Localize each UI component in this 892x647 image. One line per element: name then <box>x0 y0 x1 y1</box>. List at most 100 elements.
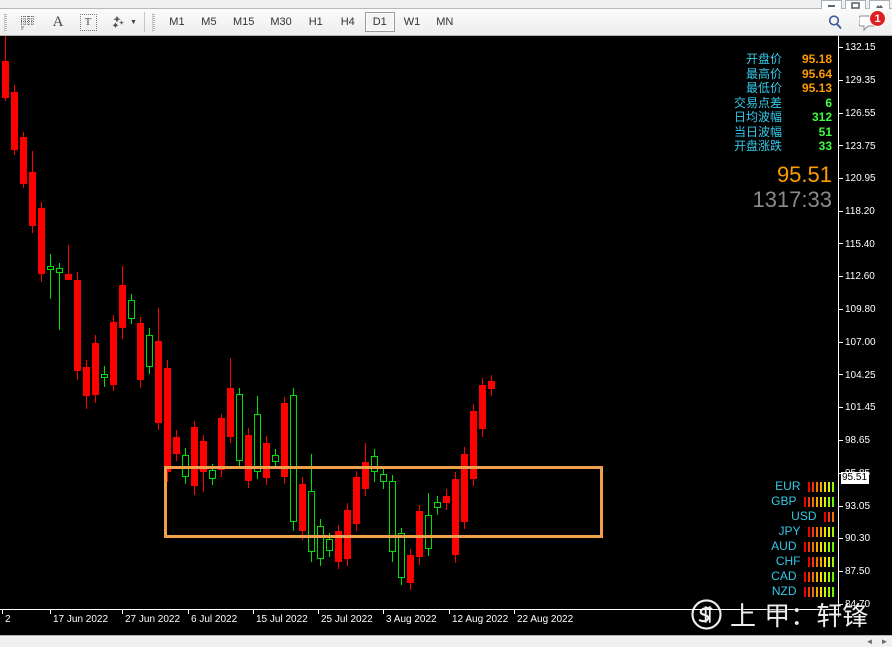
strength-bar <box>831 496 834 507</box>
info-row-label: 开盘价 <box>745 52 782 66</box>
time-tick-mark <box>449 610 450 614</box>
strength-bar <box>815 496 818 507</box>
timeframe-m1[interactable]: M1 <box>162 12 192 32</box>
timeframe-w1[interactable]: W1 <box>397 12 428 32</box>
toolbar-separator <box>143 12 145 32</box>
time-tick: 27 Jun 2022 <box>125 614 181 625</box>
strength-bar <box>819 526 822 537</box>
strength-bar <box>823 481 826 492</box>
scroll-left-arrow[interactable]: ◄ <box>862 636 877 647</box>
candle-body <box>398 533 405 578</box>
timeframe-d1[interactable]: D1 <box>364 12 395 32</box>
candle-body <box>362 461 369 489</box>
crosshair-grid-icon[interactable]: F <box>13 9 43 35</box>
strength-bar <box>807 586 810 597</box>
currency-code: JPY <box>778 524 801 538</box>
strength-bar <box>819 556 822 567</box>
strength-bar <box>827 586 830 597</box>
timeframe-m30[interactable]: M30 <box>263 12 298 32</box>
currency-strength-row: AUD <box>732 539 834 554</box>
toolbar-grip[interactable] <box>4 12 7 32</box>
strength-bar <box>831 526 834 537</box>
timeframe-h1[interactable]: H1 <box>301 12 331 32</box>
candle-body <box>461 453 468 522</box>
strength-bar <box>823 496 826 507</box>
strength-bar <box>831 541 834 552</box>
strength-bar <box>827 526 830 537</box>
label-tool-icon[interactable]: T <box>79 13 97 31</box>
strength-bar <box>807 496 810 507</box>
notification-badge[interactable]: 1 <box>869 10 886 27</box>
candle-body <box>488 380 495 389</box>
timeframe-h4[interactable]: H4 <box>333 12 363 32</box>
price-axis[interactable]: 132.15 129.35 126.55 123.75 120.95 118.20 115.… <box>838 36 892 617</box>
info-row-value: 6 <box>825 95 832 110</box>
strength-bar <box>827 496 830 507</box>
info-row-value: 95.13 <box>801 81 832 95</box>
market-info-panel: 开盘价 95.18 最高价 95.64 最低价 95.13 交易点差 6 日均波幅 312 当日波幅… <box>704 52 832 212</box>
candle-body <box>281 403 288 478</box>
timeframe-mn[interactable]: MN <box>429 12 460 32</box>
time-tick: 15 Jul 2022 <box>256 614 308 625</box>
currency-strength-meter: EUR GBP USD JPY AUD CHF CAD NZD <box>732 479 834 599</box>
time-tick-mark <box>253 610 254 614</box>
info-row-label: 当日波幅 <box>733 124 782 139</box>
timeframe-m15[interactable]: M15 <box>226 12 261 32</box>
strength-bar <box>823 526 826 537</box>
candle-body <box>245 434 252 481</box>
strength-bar <box>823 511 826 522</box>
price-tick: 120.95 <box>839 174 876 184</box>
bar-countdown: 1317:33 <box>752 186 832 212</box>
candle-body <box>101 373 108 379</box>
candle-body <box>2 61 9 98</box>
strength-bar <box>815 571 818 582</box>
text-tool-icon[interactable]: A <box>43 9 73 35</box>
strength-bar <box>827 481 830 492</box>
info-row: 日均波幅 312 <box>704 110 832 125</box>
candle-body <box>38 208 45 274</box>
candle-wick <box>59 263 60 331</box>
price-tick: 87.50 <box>839 567 870 577</box>
strength-bar <box>823 556 826 567</box>
time-tick-mark <box>383 610 384 614</box>
strength-bar <box>819 496 822 507</box>
price-tick: 123.75 <box>839 141 876 152</box>
strength-bar <box>815 481 818 492</box>
shapes-tool-icon[interactable] <box>103 9 133 35</box>
scroll-right-arrow[interactable]: ► <box>877 636 892 647</box>
strength-bar <box>815 556 818 567</box>
info-row-value: 312 <box>811 110 832 124</box>
candle-wick <box>68 244 69 278</box>
currency-code: CHF <box>775 554 801 568</box>
strength-bar <box>831 586 834 597</box>
strength-bar <box>827 541 830 552</box>
strength-bar <box>819 571 822 582</box>
timeframe-m5[interactable]: M5 <box>194 12 224 32</box>
price-tick: 129.35 <box>839 75 876 86</box>
strength-bar <box>831 511 834 522</box>
price-tick: 132.15 <box>839 43 876 53</box>
price-tick: 118.20 <box>839 206 875 217</box>
candle-body <box>236 393 243 461</box>
strength-bar <box>815 526 818 537</box>
price-tick: 112.60 <box>839 272 875 282</box>
price-tick: 104.25 <box>839 370 876 381</box>
candle-body <box>182 454 189 478</box>
label-tool-wrap: T <box>73 13 103 31</box>
time-tick-mark <box>188 610 189 614</box>
watermark-text: 上 甲：轩锋 <box>730 602 869 632</box>
horizontal-scrollbar[interactable]: ◄ ► <box>0 635 892 647</box>
currency-strength-row: USD <box>732 509 834 524</box>
candle-body <box>380 473 387 482</box>
timeframe-grip[interactable] <box>151 12 155 32</box>
price-tick: 90.30 <box>839 534 870 544</box>
strength-bars <box>803 571 834 582</box>
window-chrome <box>0 0 892 10</box>
strength-bar <box>811 556 814 567</box>
candle-body <box>164 367 171 473</box>
candle-body <box>83 366 90 397</box>
candle-body <box>479 385 486 429</box>
search-icon[interactable] <box>820 9 850 35</box>
price-tick: 126.55 <box>839 108 876 119</box>
shapes-dropdown-caret[interactable]: ▼ <box>130 19 137 26</box>
